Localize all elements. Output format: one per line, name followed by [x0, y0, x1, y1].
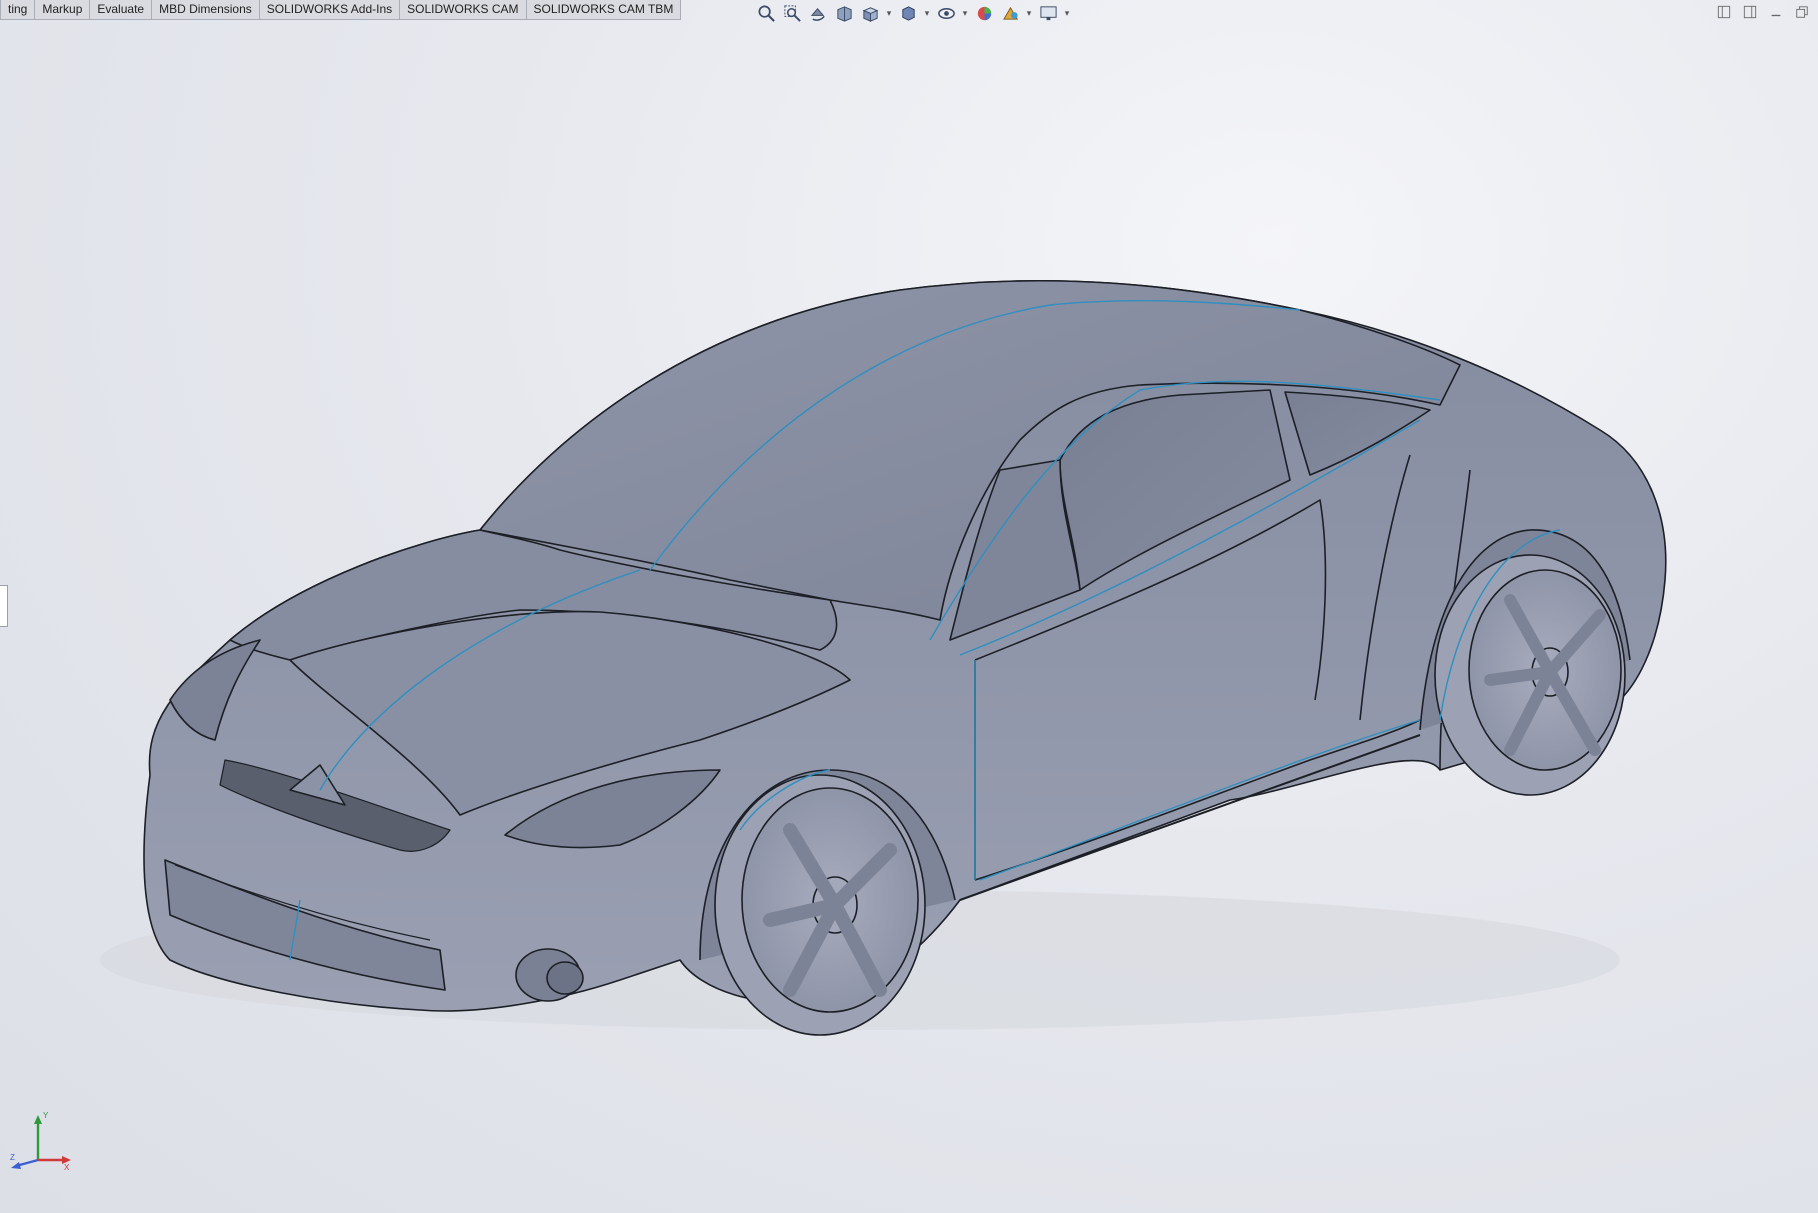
tile-left-icon[interactable] [1716, 4, 1732, 20]
command-manager-tabs: ting Markup Evaluate MBD Dimensions SOLI… [0, 0, 682, 20]
heads-up-view-toolbar: ▾ ▾ ▾ ▾ ▾ [755, 3, 1071, 23]
zoom-to-fit-icon[interactable] [755, 3, 777, 23]
triad-z-label: Z [10, 1153, 15, 1162]
edit-appearance-icon[interactable] [973, 3, 995, 23]
chevron-down-icon[interactable]: ▾ [961, 3, 969, 23]
minimize-icon[interactable] [1768, 4, 1784, 20]
rear-wheel[interactable] [1434, 554, 1626, 796]
tab-mbd-dimensions[interactable]: MBD Dimensions [152, 0, 260, 20]
tab-sketching[interactable]: ting [0, 0, 36, 20]
triad-y-label: Y [43, 1111, 49, 1120]
view-orientation-icon[interactable] [859, 3, 881, 23]
triad-x-label: X [64, 1163, 70, 1172]
tab-evaluate[interactable]: Evaluate [90, 0, 153, 20]
tab-solidworks-cam-tbm[interactable]: SOLIDWORKS CAM TBM [526, 0, 682, 20]
view-settings-icon[interactable] [1037, 3, 1059, 23]
graphics-area[interactable] [0, 0, 1818, 1213]
display-style-icon[interactable] [897, 3, 919, 23]
tile-right-icon[interactable] [1742, 4, 1758, 20]
zoom-to-area-icon[interactable] [781, 3, 803, 23]
feature-manager-collapse-tab[interactable] [0, 585, 8, 627]
section-view-icon[interactable] [833, 3, 855, 23]
apply-scene-icon[interactable] [999, 3, 1021, 23]
chevron-down-icon[interactable]: ▾ [923, 3, 931, 23]
chevron-down-icon[interactable]: ▾ [1025, 3, 1033, 23]
chevron-down-icon[interactable]: ▾ [1063, 3, 1071, 23]
window-controls [1716, 4, 1810, 20]
tab-markup[interactable]: Markup [35, 0, 91, 20]
chevron-down-icon[interactable]: ▾ [885, 3, 893, 23]
tab-solidworks-add-ins[interactable]: SOLIDWORKS Add-Ins [259, 0, 401, 20]
front-wheel[interactable] [714, 774, 926, 1036]
restore-icon[interactable] [1794, 4, 1810, 20]
tab-solidworks-cam[interactable]: SOLIDWORKS CAM [400, 0, 527, 20]
hide-show-items-icon[interactable] [935, 3, 957, 23]
car-model[interactable] [100, 279, 1667, 1036]
reference-triad: Y X Z [10, 1111, 71, 1172]
previous-view-icon[interactable] [807, 3, 829, 23]
